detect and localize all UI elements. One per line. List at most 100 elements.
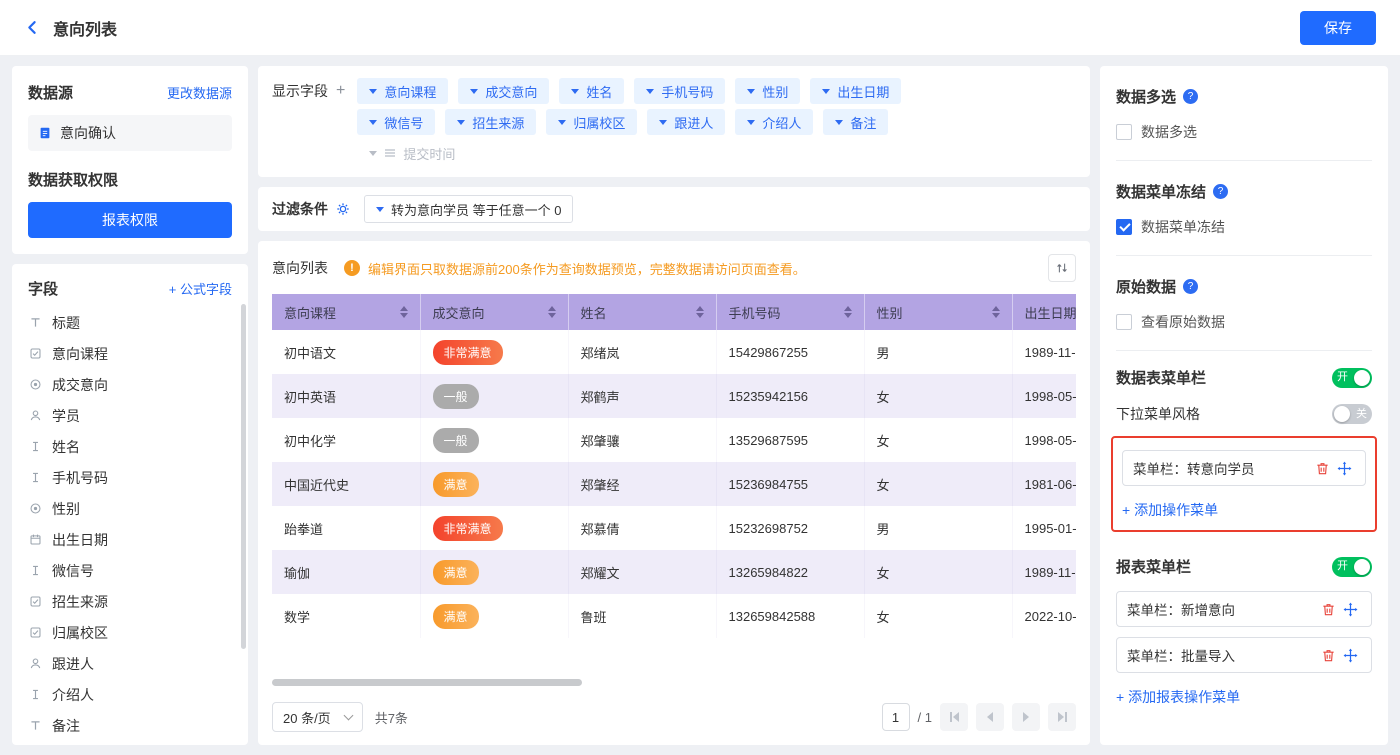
sidebar-field-item[interactable]: 性别 [28, 493, 232, 524]
table-row: 中国近代史满意郑肇经15236984755女1981-06- [272, 462, 1076, 506]
sidebar-field-item[interactable]: 介绍人 [28, 679, 232, 710]
column-header[interactable]: 性别 [864, 294, 1012, 330]
sidebar-field-label: 性别 [52, 499, 80, 519]
prev-page-button[interactable] [976, 703, 1004, 731]
cell-gender: 男 [864, 330, 1012, 374]
menu-freeze-checkbox-row[interactable]: 数据菜单冻结 [1116, 217, 1372, 237]
report-menu-toggle[interactable]: 开 [1332, 557, 1372, 577]
sidebar-field-item[interactable]: 跟进人 [28, 648, 232, 679]
display-field-chip[interactable]: 微信号 [357, 109, 435, 135]
save-button[interactable]: 保存 [1300, 11, 1376, 45]
intent-badge: 满意 [433, 560, 479, 585]
checkbox-checked[interactable] [1116, 219, 1132, 235]
chevron-down-icon [369, 89, 377, 94]
datasource-item[interactable]: 意向确认 [28, 115, 232, 151]
sidebar-field-item[interactable]: 备注 [28, 710, 232, 741]
sort-arrows-icon[interactable] [548, 306, 556, 318]
column-header[interactable]: 成交意向 [420, 294, 568, 330]
column-header[interactable]: 出生日期 [1012, 294, 1076, 330]
display-field-chip[interactable]: 成交意向 [458, 78, 549, 104]
first-page-button[interactable] [940, 703, 968, 731]
add-report-menu-link[interactable]: + 添加报表操作菜单 [1116, 687, 1240, 707]
sidebar-field-item[interactable]: 意向课程 [28, 338, 232, 369]
table-horizontal-scrollbar[interactable] [272, 679, 582, 686]
page-size-select[interactable]: 20 条/页 [272, 702, 363, 732]
sidebar-field-item[interactable]: 微信号 [28, 555, 232, 586]
move-menu-button[interactable] [1339, 602, 1361, 617]
move-menu-button[interactable] [1333, 461, 1355, 476]
fields-card: 字段 + 公式字段 标题意向课程成交意向学员姓名手机号码性别出生日期微信号招生来… [12, 264, 248, 745]
checkbox-unchecked[interactable] [1116, 314, 1132, 330]
last-page-button[interactable] [1048, 703, 1076, 731]
data-table: 意向课程成交意向姓名手机号码性别出生日期 初中语文非常满意郑绪岚15429867… [272, 294, 1076, 638]
display-field-chip[interactable]: 提交时间 [357, 140, 467, 166]
menu-item[interactable]: 菜单栏：转意向学员 [1122, 450, 1366, 486]
prev-page-icon [987, 712, 993, 722]
delete-menu-button[interactable] [1317, 602, 1339, 617]
sort-button[interactable] [1048, 254, 1076, 282]
question-icon[interactable]: ? [1183, 279, 1198, 294]
sidebar-field-item[interactable]: 标题 [28, 307, 232, 338]
display-field-chip[interactable]: 意向课程 [357, 78, 448, 104]
next-page-button[interactable] [1012, 703, 1040, 731]
display-field-chip[interactable]: 介绍人 [735, 109, 813, 135]
display-fields-card: 显示字段 + 意向课程成交意向姓名手机号码性别出生日期 微信号招生来源归属校区跟… [258, 66, 1090, 177]
menu-item[interactable]: 菜单栏：新增意向 [1116, 591, 1372, 627]
sidebar-field-item[interactable]: 姓名 [28, 431, 232, 462]
column-header[interactable]: 意向课程 [272, 294, 420, 330]
question-icon[interactable]: ? [1213, 184, 1228, 199]
change-datasource-link[interactable]: 更改数据源 [167, 83, 232, 102]
display-field-chip[interactable]: 归属校区 [546, 109, 637, 135]
sidebar-scrollbar[interactable] [241, 304, 246, 649]
back-button[interactable] [24, 19, 41, 36]
add-action-menu-link[interactable]: + 添加操作菜单 [1122, 500, 1218, 520]
delete-menu-button[interactable] [1311, 461, 1333, 476]
menu-item[interactable]: 菜单栏：批量导入 [1116, 637, 1372, 673]
current-page[interactable]: 1 [882, 703, 910, 731]
display-field-chip[interactable]: 备注 [823, 109, 888, 135]
display-field-chip[interactable]: 性别 [735, 78, 800, 104]
sidebar-field-item[interactable]: 成交意向 [28, 369, 232, 400]
sidebar-field-item[interactable]: 招生来源 [28, 586, 232, 617]
filter-settings-icon[interactable] [336, 202, 350, 216]
column-header[interactable]: 手机号码 [716, 294, 864, 330]
sidebar-field-item[interactable]: 学员 [28, 400, 232, 431]
raw-data-checkbox-row[interactable]: 查看原始数据 [1116, 312, 1372, 332]
display-field-chip[interactable]: 出生日期 [810, 78, 901, 104]
question-icon[interactable]: ? [1183, 89, 1198, 104]
person-icon [28, 409, 43, 422]
checkbox-unchecked[interactable] [1116, 124, 1132, 140]
menu-freeze-checkbox-label: 数据菜单冻结 [1141, 217, 1225, 237]
delete-menu-button[interactable] [1317, 648, 1339, 663]
sort-arrows-icon[interactable] [696, 306, 704, 318]
chip-label: 意向课程 [384, 82, 436, 101]
add-formula-field-link[interactable]: + 公式字段 [169, 279, 232, 298]
report-permission-button[interactable]: 报表权限 [28, 202, 232, 238]
sort-arrows-icon[interactable] [844, 306, 852, 318]
sidebar-field-item[interactable]: 已报名交费 [28, 741, 232, 745]
cell-gender: 女 [864, 374, 1012, 418]
column-header[interactable]: 姓名 [568, 294, 716, 330]
cell-gender: 女 [864, 594, 1012, 638]
cell-birth: 1998-05- [1012, 374, 1076, 418]
dropdown-style-toggle[interactable]: 关 [1332, 404, 1372, 424]
display-field-chip[interactable]: 手机号码 [634, 78, 725, 104]
report-menu-items: 菜单栏：新增意向菜单栏：批量导入 [1116, 591, 1372, 673]
multi-select-checkbox-row[interactable]: 数据多选 [1116, 122, 1372, 142]
sidebar-field-item[interactable]: 归属校区 [28, 617, 232, 648]
display-field-chip[interactable]: 招生来源 [445, 109, 536, 135]
filter-condition-chip[interactable]: 转为意向学员 等于任意一个 0 [364, 195, 573, 223]
move-menu-button[interactable] [1339, 648, 1361, 663]
cell-name: 郑耀文 [568, 550, 716, 594]
chip-label: 性别 [762, 82, 788, 101]
display-field-chip[interactable]: 跟进人 [647, 109, 725, 135]
column-header-label: 性别 [877, 303, 903, 322]
table-menu-toggle[interactable]: 开 [1332, 368, 1372, 388]
toggle-knob [1354, 559, 1370, 575]
sort-arrows-icon[interactable] [992, 306, 1000, 318]
sidebar-field-item[interactable]: 手机号码 [28, 462, 232, 493]
sort-arrows-icon[interactable] [400, 306, 408, 318]
sidebar-field-item[interactable]: 出生日期 [28, 524, 232, 555]
display-field-chip[interactable]: 姓名 [559, 78, 624, 104]
add-display-field-button[interactable]: + [336, 78, 345, 166]
